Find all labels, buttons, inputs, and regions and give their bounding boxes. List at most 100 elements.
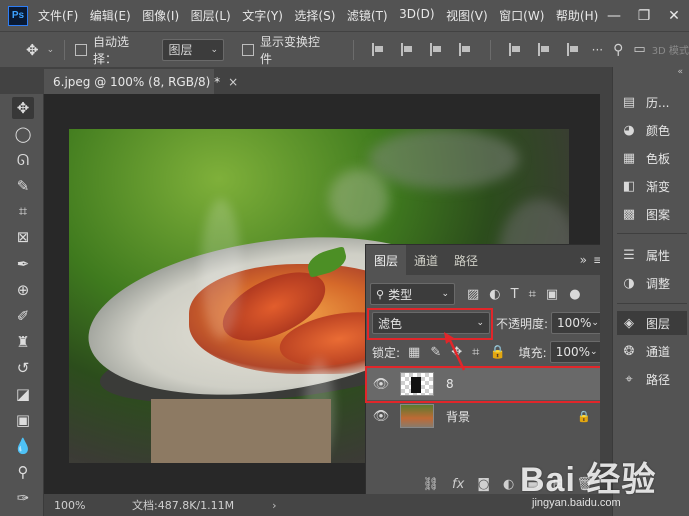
menu-view[interactable]: 视图(V) [446,7,488,24]
distribute-vcenter-icon[interactable] [537,43,551,56]
menu-select[interactable]: 选择(S) [294,7,335,24]
menu-file[interactable]: 文件(F) [38,7,78,24]
status-menu-arrow[interactable]: › [272,499,276,512]
fx-icon[interactable]: fx [452,477,464,492]
dock-properties[interactable]: ☰ 属性 [617,243,687,267]
layer-kind-filter[interactable]: ⚲ 类型 ⌄ [370,283,455,305]
dock-adjustments[interactable]: ◑ 调整 [617,271,687,295]
move-tool-icon[interactable]: ✥ [26,41,39,59]
lock-artboard-icon[interactable]: ⌗ [472,345,479,360]
align-top-icon[interactable] [459,43,472,56]
chevron-down-icon[interactable]: ⌄ [47,45,55,55]
frame-tool[interactable]: ⊠ [12,226,34,248]
smart-object-filter-icon[interactable]: ▣ [546,287,558,302]
more-options-icon[interactable]: ··· [592,43,603,57]
lasso-tool[interactable]: ᘏ [12,149,34,171]
mask-icon[interactable]: ◙ [477,477,490,492]
properties-icon: ☰ [623,247,635,263]
lock-transparent-icon[interactable]: ▦ [408,345,420,360]
adjustment-icon[interactable]: ◐ [503,477,514,492]
filter-toggle-icon[interactable]: ● [569,287,580,302]
distribute-bottom-icon[interactable] [566,43,580,56]
show-transform-checkbox[interactable]: 显示变换控件 [242,33,331,67]
spot-heal-tool[interactable]: ⊕ [12,279,34,301]
shape-filter-icon[interactable]: ⌗ [529,287,536,302]
fill-label: 填充: [518,345,547,360]
lock-all-icon[interactable]: 🔒 [489,345,505,360]
collapse-dock-icon[interactable]: « [613,67,689,79]
fill-value: 100% [555,345,591,359]
quick-select-tool[interactable]: ✎ [12,175,34,197]
dock-gradients[interactable]: ◧ 渐变 [617,174,687,198]
pen-tool[interactable]: ✑ [12,487,34,509]
brush-tool[interactable]: ✐ [12,305,34,327]
checkbox-box[interactable] [242,43,254,56]
blur-tool[interactable]: 💧 [12,435,34,457]
menu-image[interactable]: 图像(I) [142,7,179,24]
checkbox-box[interactable] [75,43,88,56]
type-filter-icon[interactable]: T [511,287,519,302]
photoshop-logo: Ps [8,5,28,26]
close-button[interactable]: ✕ [659,8,689,24]
menu-help[interactable]: 帮助(H) [556,7,598,24]
dodge-tool[interactable]: ⚲ [12,461,34,483]
dock-divider [617,303,687,304]
lock-row: 锁定: ▦ ✎ ✥ ⌗ 🔒 填充: 100% ⌄ [366,341,607,363]
dock-swatches[interactable]: ▦ 色板 [617,146,687,170]
auto-select-target-dropdown[interactable]: 图层 ⌄ [162,38,225,61]
menu-type[interactable]: 文字(Y) [242,7,283,24]
bokeh-light [329,169,389,229]
menu-bar: Ps 文件(F) 编辑(E) 图像(I) 图层(L) 文字(Y) 选择(S) 滤… [0,0,689,31]
align-left-icon[interactable] [372,43,385,56]
align-hcenter-icon[interactable] [401,43,414,56]
dock-color[interactable]: ◕ 颜色 [617,118,687,142]
distribute-top-icon[interactable] [508,43,522,56]
collapse-panel-icon[interactable]: » [580,253,587,267]
menu-3d[interactable]: 3D(D) [399,7,434,24]
dock-label: 色板 [646,151,671,166]
marquee-tool[interactable]: ◯ [12,123,34,145]
minimize-button[interactable]: — [599,8,629,24]
chevron-down-icon: ⌄ [441,289,449,299]
dock-channels[interactable]: ❂ 通道 [617,339,687,363]
eyedropper-tool[interactable]: ✒ [12,253,34,275]
restore-button[interactable]: ❐ [629,8,659,24]
move-tool[interactable]: ✥ [12,97,34,119]
divider [64,39,66,60]
highlight-layer-8 [365,366,605,403]
zoom-level[interactable]: 100% [54,499,124,512]
link-icon[interactable]: ⛓ [423,477,440,492]
tab-layers[interactable]: 图层 [366,245,407,275]
dock-layers[interactable]: ◈ 图层 [617,311,687,335]
clone-stamp-tool[interactable]: ♜ [12,331,34,353]
menu-filter[interactable]: 滤镜(T) [347,7,388,24]
fill-input[interactable]: 100% ⌄ [549,341,602,363]
close-tab-icon[interactable]: × [228,75,238,89]
history-brush-tool[interactable]: ↺ [12,357,34,379]
pixel-filter-icon[interactable]: ▨ [467,287,479,302]
dock-label: 渐变 [646,179,671,194]
auto-select-checkbox[interactable]: 自动选择： [75,33,152,67]
eraser-tool[interactable]: ◪ [12,383,34,405]
document-tab[interactable]: 6.jpeg @ 100% (8, RGB/8) * × [44,69,238,94]
menu-window[interactable]: 窗口(W) [499,7,544,24]
opacity-input[interactable]: 100% ⌄ [551,312,604,334]
menu-edit[interactable]: 编辑(E) [90,7,131,24]
adjustment-filter-icon[interactable]: ◐ [489,287,500,302]
align-right-icon[interactable] [430,43,443,56]
palette-icon: ◕ [623,122,635,138]
lock-label: 锁定: [372,345,401,360]
workspace-icon[interactable]: ▭ [633,42,645,57]
tab-paths[interactable]: 路径 [446,245,486,275]
gradient-tool[interactable]: ▣ [12,409,34,431]
tab-channels[interactable]: 通道 [406,245,446,275]
eye-icon[interactable]: 👁 [366,409,396,424]
menu-layer[interactable]: 图层(L) [191,7,231,24]
mode-3d-label[interactable]: 3D 模式 [652,42,689,57]
crop-tool[interactable]: ⌗ [12,200,34,222]
dock-patterns[interactable]: ▩ 图案 [617,202,687,226]
dock-paths[interactable]: ⌖ 路径 [617,367,687,391]
layer-row-background[interactable]: 👁 背景 🔒 [366,400,607,432]
dock-history[interactable]: ▤ 历... [617,90,687,114]
search-icon[interactable]: ⚲ [613,42,623,58]
